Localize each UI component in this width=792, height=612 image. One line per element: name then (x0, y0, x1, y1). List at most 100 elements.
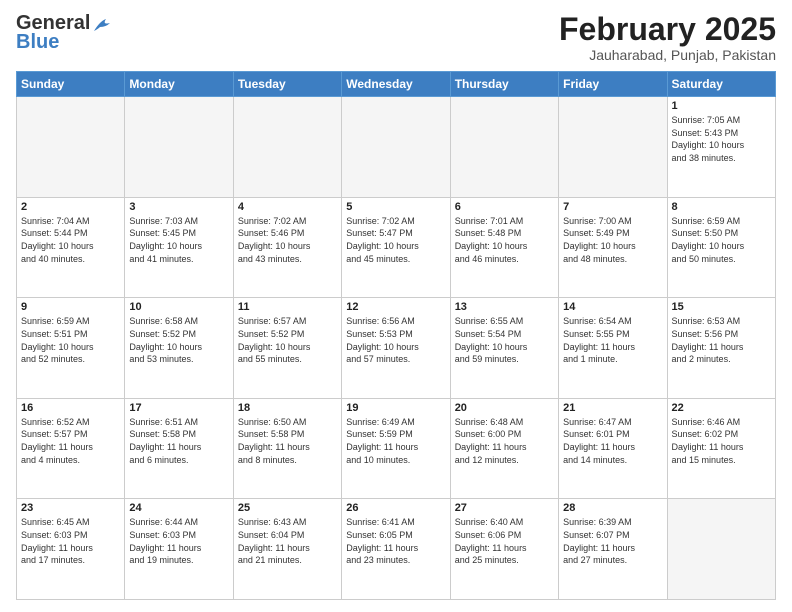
day-number: 7 (563, 201, 662, 213)
calendar-cell: 18 Sunrise: 6:50 AMSunset: 5:58 PMDayligh… (233, 398, 341, 499)
day-info: Sunrise: 6:53 AMSunset: 5:56 PMDaylight:… (672, 315, 771, 365)
calendar-cell: 5Sunrise: 7:02 AMSunset: 5:47 PMDaylight… (342, 197, 450, 298)
calendar-cell: 22Sunrise: 6:46 AMSunset: 6:02 PMDayligh… (667, 398, 775, 499)
day-number: 3 (129, 201, 228, 213)
calendar-cell: 25 Sunrise: 6:43 AMSunset: 6:04 PMDayligh… (233, 499, 341, 600)
calendar-cell: 27 Sunrise: 6:40 AMSunset: 6:06 PMDayligh… (450, 499, 558, 600)
day-number: 26 (346, 502, 445, 514)
day-number: 8 (672, 201, 771, 213)
calendar-cell (17, 97, 125, 198)
day-number: 16 (21, 402, 120, 414)
col-saturday: Saturday (667, 72, 775, 97)
day-number: 20 (455, 402, 554, 414)
day-info: Sunrise: 6:50 AMSunset: 5:58 PMDaylight:… (238, 416, 337, 466)
header: General Blue February 2025 Jauharabad, P… (16, 12, 776, 63)
day-info: Sunrise: 7:03 AMSunset: 5:45 PMDaylight:… (129, 215, 228, 265)
calendar-cell: 14Sunrise: 6:54 AMSunset: 5:55 PMDayligh… (559, 298, 667, 399)
logo-blue: Blue (16, 31, 59, 54)
day-number: 18 (238, 402, 337, 414)
calendar-cell: 17 Sunrise: 6:51 AMSunset: 5:58 PMDayligh… (125, 398, 233, 499)
day-number: 13 (455, 301, 554, 313)
day-info: Sunrise: 6:56 AMSunset: 5:53 PMDaylight:… (346, 315, 445, 365)
day-number: 19 (346, 402, 445, 414)
calendar-cell: 1 Sunrise: 7:05 AMSunset: 5:43 PMDaylight… (667, 97, 775, 198)
calendar-cell: 16 Sunrise: 6:52 AMSunset: 5:57 PMDayligh… (17, 398, 125, 499)
day-info: Sunrise: 6:44 AMSunset: 6:03 PMDaylight:… (129, 516, 228, 566)
day-number: 12 (346, 301, 445, 313)
logo: General Blue (16, 12, 114, 54)
day-number: 1 (672, 100, 771, 112)
day-info: Sunrise: 7:00 AMSunset: 5:49 PMDaylight:… (563, 215, 662, 265)
day-number: 25 (238, 502, 337, 514)
calendar-cell: 21 Sunrise: 6:47 AMSunset: 6:01 PMDayligh… (559, 398, 667, 499)
day-info: Sunrise: 7:04 AMSunset: 5:44 PMDaylight:… (21, 215, 120, 265)
day-info: Sunrise: 7:02 AMSunset: 5:46 PMDaylight:… (238, 215, 337, 265)
day-info: Sunrise: 6:59 AMSunset: 5:51 PMDaylight:… (21, 315, 120, 365)
calendar-cell: 4 Sunrise: 7:02 AMSunset: 5:46 PMDaylight… (233, 197, 341, 298)
day-number: 17 (129, 402, 228, 414)
calendar-body: 1 Sunrise: 7:05 AMSunset: 5:43 PMDaylight… (17, 97, 776, 600)
day-info: Sunrise: 6:58 AMSunset: 5:52 PMDaylight:… (129, 315, 228, 365)
day-number: 14 (563, 301, 662, 313)
day-number: 4 (238, 201, 337, 213)
calendar-cell: 15 Sunrise: 6:53 AMSunset: 5:56 PMDayligh… (667, 298, 775, 399)
col-thursday: Thursday (450, 72, 558, 97)
day-info: Sunrise: 6:57 AMSunset: 5:52 PMDaylight:… (238, 315, 337, 365)
calendar-week-3: 16 Sunrise: 6:52 AMSunset: 5:57 PMDayligh… (17, 398, 776, 499)
day-number: 23 (21, 502, 120, 514)
day-info: Sunrise: 6:43 AMSunset: 6:04 PMDaylight:… (238, 516, 337, 566)
day-info: Sunrise: 6:59 AMSunset: 5:50 PMDaylight:… (672, 215, 771, 265)
calendar-table: Sunday Monday Tuesday Wednesday Thursday… (16, 71, 776, 600)
calendar-cell: 10 Sunrise: 6:58 AMSunset: 5:52 PMDayligh… (125, 298, 233, 399)
header-row: Sunday Monday Tuesday Wednesday Thursday… (17, 72, 776, 97)
day-number: 11 (238, 301, 337, 313)
day-info: Sunrise: 6:48 AMSunset: 6:00 PMDaylight:… (455, 416, 554, 466)
calendar-cell: 23 Sunrise: 6:45 AMSunset: 6:03 PMDayligh… (17, 499, 125, 600)
col-tuesday: Tuesday (233, 72, 341, 97)
calendar-cell: 3 Sunrise: 7:03 AMSunset: 5:45 PMDaylight… (125, 197, 233, 298)
day-number: 6 (455, 201, 554, 213)
day-info: Sunrise: 6:39 AMSunset: 6:07 PMDaylight:… (563, 516, 662, 566)
day-info: Sunrise: 6:41 AMSunset: 6:05 PMDaylight:… (346, 516, 445, 566)
day-number: 28 (563, 502, 662, 514)
day-info: Sunrise: 6:55 AMSunset: 5:54 PMDaylight:… (455, 315, 554, 365)
calendar-cell: 9 Sunrise: 6:59 AMSunset: 5:51 PMDaylight… (17, 298, 125, 399)
day-info: Sunrise: 6:51 AMSunset: 5:58 PMDaylight:… (129, 416, 228, 466)
calendar-cell: 26 Sunrise: 6:41 AMSunset: 6:05 PMDayligh… (342, 499, 450, 600)
calendar-cell: 7 Sunrise: 7:00 AMSunset: 5:49 PMDaylight… (559, 197, 667, 298)
day-info: Sunrise: 7:02 AMSunset: 5:47 PMDaylight:… (346, 215, 445, 265)
col-sunday: Sunday (17, 72, 125, 97)
day-number: 9 (21, 301, 120, 313)
day-number: 10 (129, 301, 228, 313)
calendar-cell: 12 Sunrise: 6:56 AMSunset: 5:53 PMDayligh… (342, 298, 450, 399)
calendar-cell: 11 Sunrise: 6:57 AMSunset: 5:52 PMDayligh… (233, 298, 341, 399)
day-number: 2 (21, 201, 120, 213)
page: General Blue February 2025 Jauharabad, P… (0, 0, 792, 612)
calendar-cell: 20 Sunrise: 6:48 AMSunset: 6:00 PMDayligh… (450, 398, 558, 499)
calendar-week-4: 23 Sunrise: 6:45 AMSunset: 6:03 PMDayligh… (17, 499, 776, 600)
day-info: Sunrise: 6:45 AMSunset: 6:03 PMDaylight:… (21, 516, 120, 566)
day-number: 21 (563, 402, 662, 414)
day-info: Sunrise: 6:52 AMSunset: 5:57 PMDaylight:… (21, 416, 120, 466)
calendar-week-1: 2 Sunrise: 7:04 AMSunset: 5:44 PMDaylight… (17, 197, 776, 298)
day-info: Sunrise: 6:49 AMSunset: 5:59 PMDaylight:… (346, 416, 445, 466)
calendar-cell (450, 97, 558, 198)
calendar-cell: 13 Sunrise: 6:55 AMSunset: 5:54 PMDayligh… (450, 298, 558, 399)
calendar-cell (125, 97, 233, 198)
day-info: Sunrise: 7:05 AMSunset: 5:43 PMDaylight:… (672, 114, 771, 164)
calendar-cell: 19 Sunrise: 6:49 AMSunset: 5:59 PMDayligh… (342, 398, 450, 499)
day-info: Sunrise: 6:40 AMSunset: 6:06 PMDaylight:… (455, 516, 554, 566)
location: Jauharabad, Punjab, Pakistan (559, 47, 776, 63)
col-wednesday: Wednesday (342, 72, 450, 97)
day-info: Sunrise: 6:46 AMSunset: 6:02 PMDaylight:… (672, 416, 771, 466)
calendar-cell: 2 Sunrise: 7:04 AMSunset: 5:44 PMDaylight… (17, 197, 125, 298)
day-number: 15 (672, 301, 771, 313)
calendar-header: Sunday Monday Tuesday Wednesday Thursday… (17, 72, 776, 97)
col-monday: Monday (125, 72, 233, 97)
day-number: 27 (455, 502, 554, 514)
day-info: Sunrise: 6:47 AMSunset: 6:01 PMDaylight:… (563, 416, 662, 466)
calendar-cell: 6Sunrise: 7:01 AMSunset: 5:48 PMDaylight… (450, 197, 558, 298)
col-friday: Friday (559, 72, 667, 97)
calendar-week-2: 9 Sunrise: 6:59 AMSunset: 5:51 PMDaylight… (17, 298, 776, 399)
calendar-cell: 8 Sunrise: 6:59 AMSunset: 5:50 PMDaylight… (667, 197, 775, 298)
